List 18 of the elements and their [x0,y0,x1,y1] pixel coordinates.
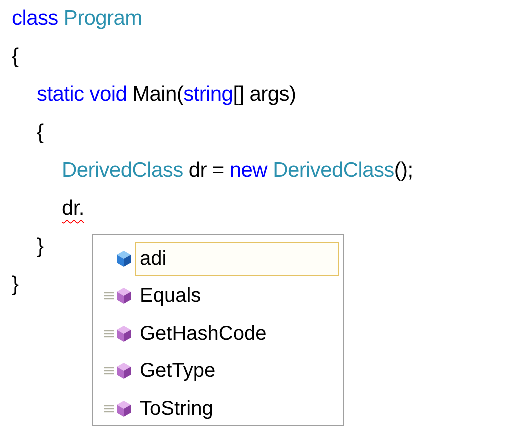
code-line: { [37,120,44,146]
completion-item[interactable]: GetType [135,354,339,388]
code-line: } [12,272,19,298]
code-line: } [37,234,44,260]
method-cube-icon [103,287,133,306]
method-cube-icon [103,400,133,418]
method-cube-icon [103,362,133,380]
code-line: DerivedClass dr = new DerivedClass(); [62,158,414,184]
code-line: static void Main(string[] args) [37,82,296,108]
completion-item[interactable]: Equals [135,279,339,314]
code-line: { [12,44,19,70]
completion-item[interactable]: GetHashCode [135,316,339,351]
completion-item[interactable]: ToString [135,392,339,426]
completion-item[interactable]: adi [135,242,339,276]
method-cube-icon [103,324,133,343]
cube-icon [115,250,133,268]
code-line: class Program [12,6,142,32]
code-line: dr. [62,196,84,222]
